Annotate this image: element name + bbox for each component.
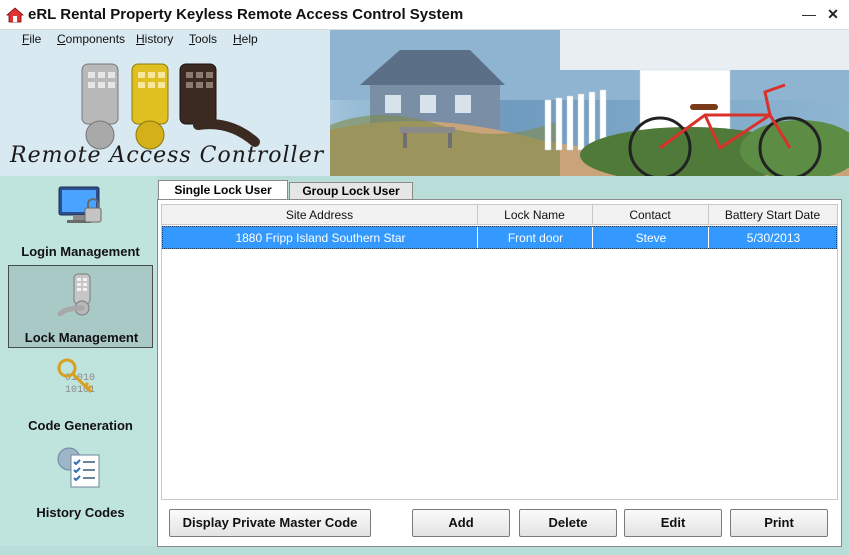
app-house-icon	[6, 7, 24, 23]
sidebar-item-label: Login Management	[21, 244, 140, 259]
table-header: Site Address Lock Name Contact Battery S…	[162, 205, 837, 225]
window-bottom-edge	[0, 547, 849, 555]
column-header-lock-name[interactable]: Lock Name	[477, 205, 592, 225]
sidebar-item-login-management[interactable]: Login Management	[8, 178, 153, 261]
delete-button[interactable]: Delete	[519, 509, 617, 537]
checklist-icon	[57, 447, 100, 488]
minimize-button[interactable]: —	[798, 4, 820, 24]
keypad-lock-icon	[57, 273, 91, 317]
title-bar: eRL Rental Property Keyless Remote Acces…	[0, 0, 849, 30]
sidebar: Login Management Lock Management 01010 1…	[0, 176, 157, 546]
table-row[interactable]: 1880 Fripp Island Southern Star Front do…	[162, 226, 837, 249]
column-header-site-address[interactable]: Site Address	[162, 205, 477, 225]
sidebar-item-label: Code Generation	[28, 418, 133, 433]
lock-table: Site Address Lock Name Contact Battery S…	[161, 204, 838, 500]
column-header-contact[interactable]: Contact	[592, 205, 708, 225]
sidebar-item-label: History Codes	[36, 505, 125, 520]
add-button[interactable]: Add	[412, 509, 510, 537]
banner-caption: Remote Access Controller	[10, 143, 325, 168]
tab-single-lock-user[interactable]: Single Lock User	[158, 180, 288, 201]
tab-group-lock-user[interactable]: Group Lock User	[289, 182, 413, 200]
sidebar-item-lock-management[interactable]: Lock Management	[8, 265, 153, 348]
monitor-lock-icon	[58, 186, 102, 223]
menu-components[interactable]: Components	[57, 32, 125, 46]
display-master-code-button[interactable]: Display Private Master Code	[169, 509, 371, 537]
menu-history[interactable]: History	[136, 32, 173, 46]
sidebar-item-label: Lock Management	[24, 330, 139, 345]
cell-contact: Steve	[635, 231, 667, 245]
menu-bar: File Components History Tools Help	[0, 30, 320, 50]
close-button[interactable]: ✕	[822, 4, 844, 24]
header-banner: File Components History Tools Help Remot…	[0, 30, 849, 176]
sidebar-item-code-generation[interactable]: 01010 10101 Code Generation	[8, 352, 153, 435]
menu-file[interactable]: File	[22, 32, 41, 46]
print-button[interactable]: Print	[730, 509, 828, 537]
edit-button[interactable]: Edit	[624, 509, 722, 537]
menu-tools[interactable]: Tools	[189, 32, 217, 46]
menu-help[interactable]: Help	[233, 32, 258, 46]
window-title: eRL Rental Property Keyless Remote Acces…	[28, 6, 464, 23]
lock-user-panel: Site Address Lock Name Contact Battery S…	[157, 199, 842, 547]
column-header-battery-start-date[interactable]: Battery Start Date	[708, 205, 837, 225]
cell-battery-start-date: 5/30/2013	[746, 231, 801, 245]
cell-site-address: 1880 Fripp Island Southern Star	[235, 231, 406, 245]
sidebar-item-history-codes[interactable]: History Codes	[8, 439, 153, 522]
cell-lock-name: Front door	[507, 231, 564, 245]
binary-key-icon: 01010 10101	[57, 358, 95, 396]
